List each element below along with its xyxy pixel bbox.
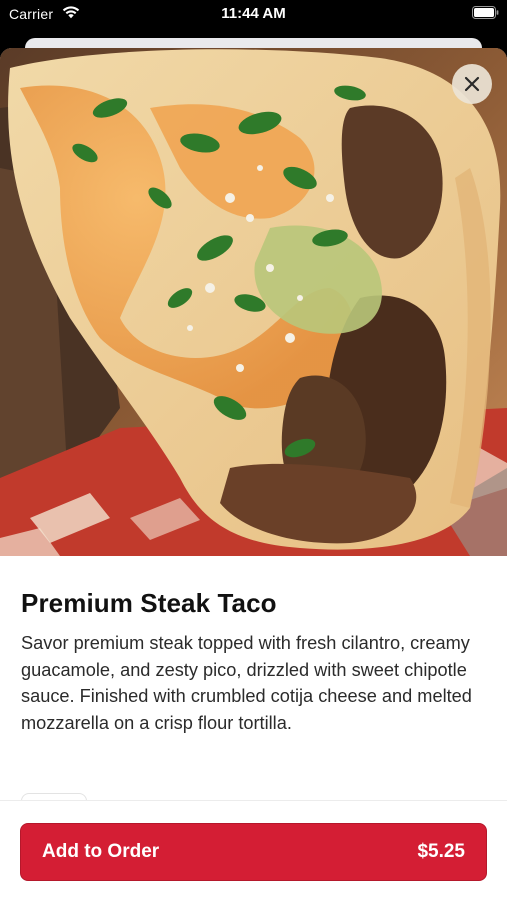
close-button[interactable] bbox=[452, 64, 492, 104]
battery-icon bbox=[472, 6, 499, 19]
status-time: 11:44 AM bbox=[221, 5, 286, 22]
bottom-action-bar: Add to Order $5.25 bbox=[0, 800, 507, 900]
close-icon bbox=[464, 76, 480, 92]
item-description: Savor premium steak topped with fresh ci… bbox=[21, 633, 472, 733]
status-bar: Carrier 11:44 AM bbox=[0, 0, 507, 32]
add-to-order-label: Add to Order bbox=[42, 841, 160, 862]
app-screen: Carrier 11:44 AM Premium Steak Taco Savo… bbox=[0, 0, 507, 900]
add-to-order-button[interactable]: Add to Order $5.25 bbox=[20, 823, 487, 881]
item-detail-sheet: Premium Steak Taco Savor premium steak t… bbox=[0, 48, 507, 900]
item-photo bbox=[0, 48, 507, 556]
item-title: Premium Steak Taco bbox=[21, 588, 277, 618]
item-price: $5.25 bbox=[417, 841, 465, 862]
taco-illustration bbox=[0, 48, 507, 556]
